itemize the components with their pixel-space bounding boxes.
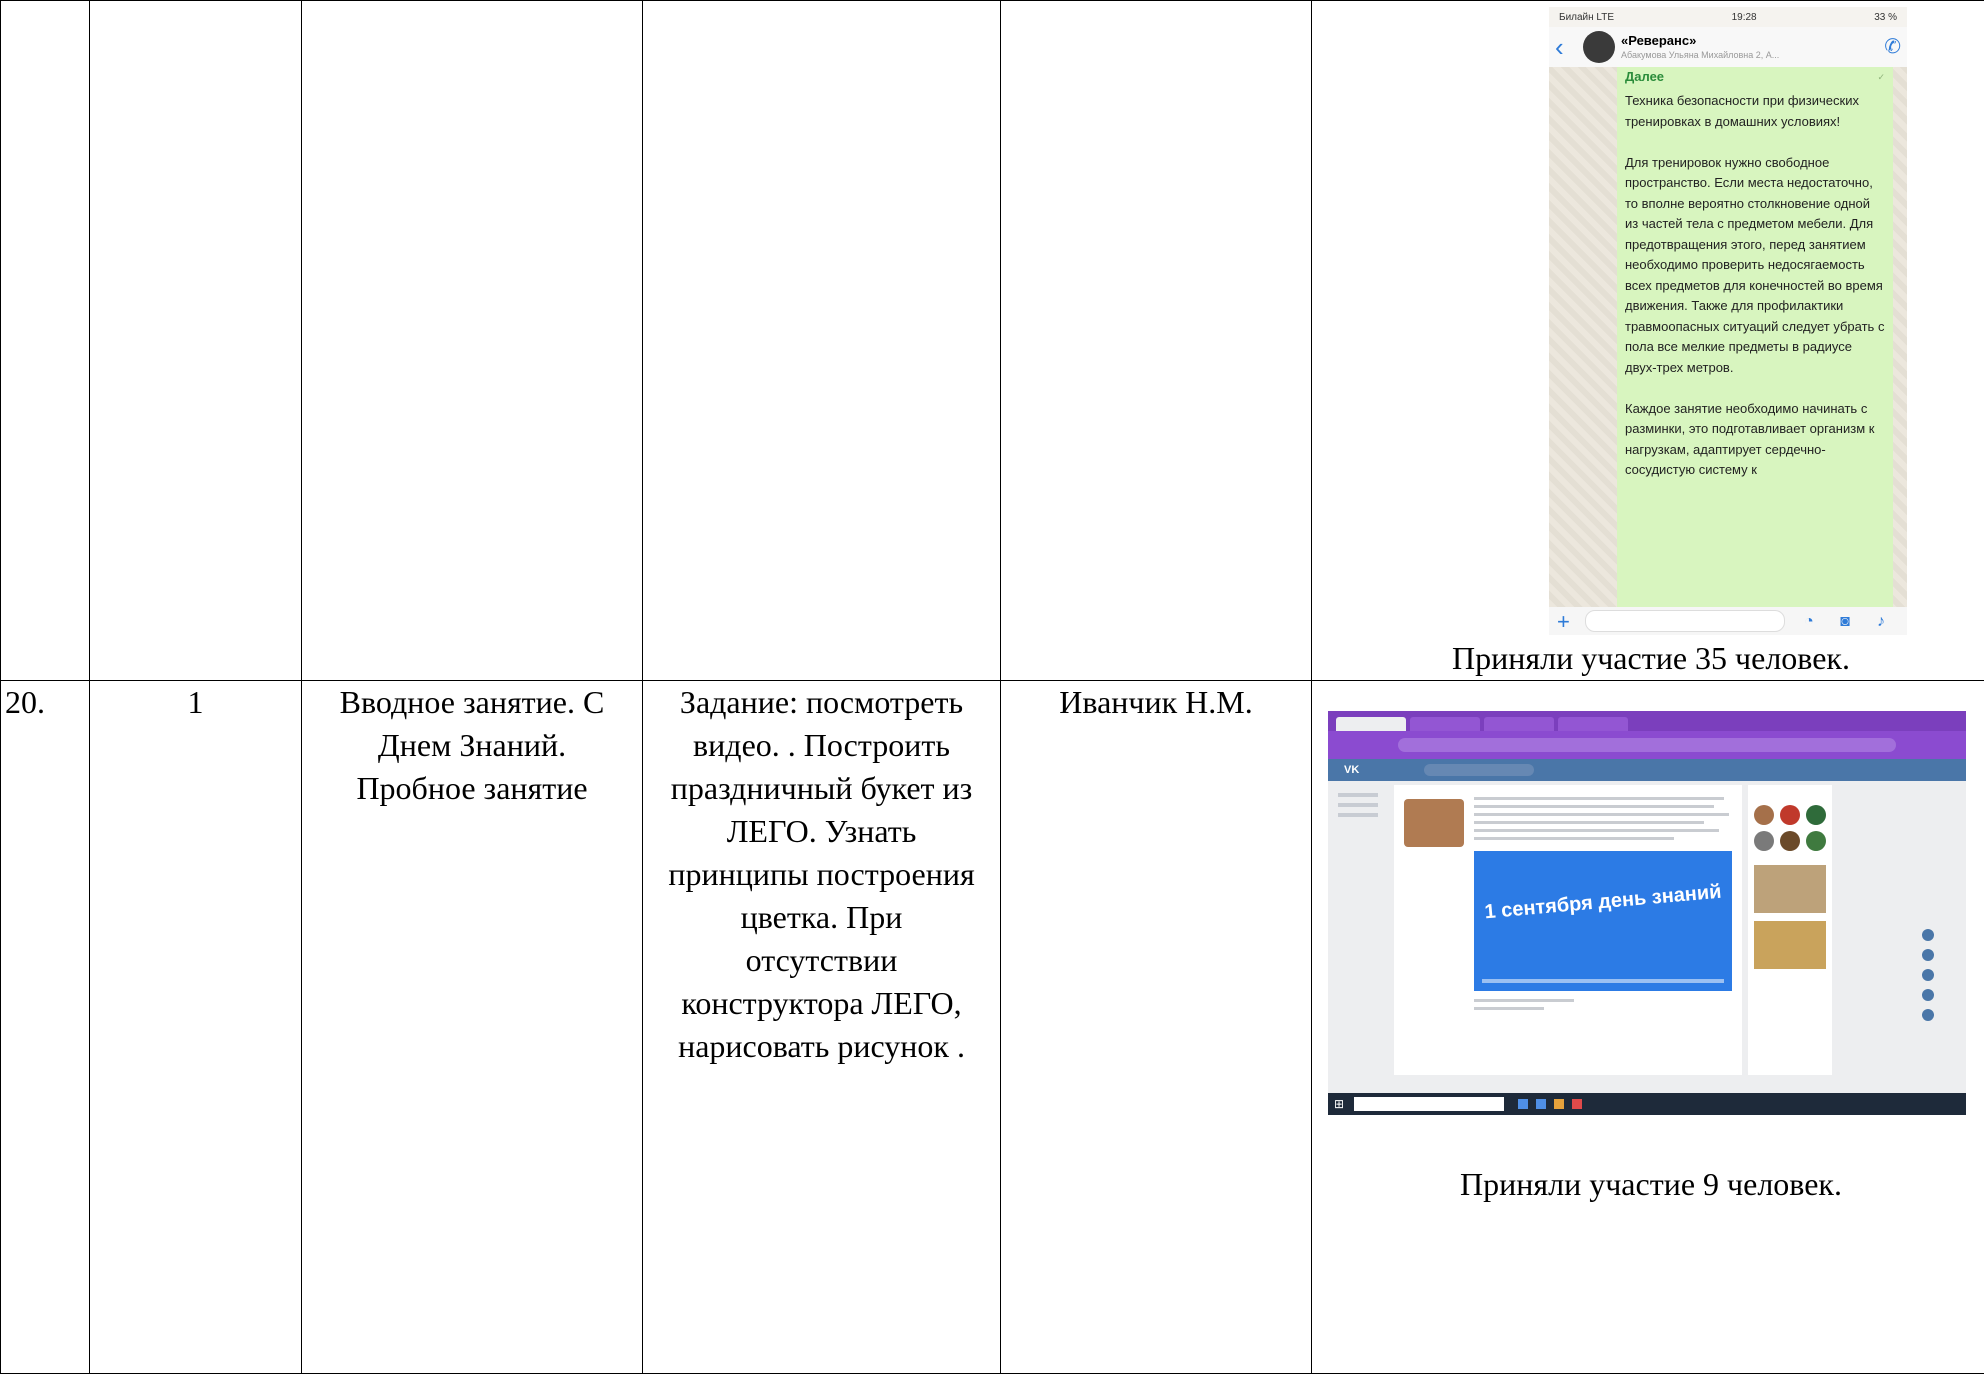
cell-quantity <box>90 1 302 681</box>
cell-evidence: Билайн LTE 19:28 33 % ‹ «Реверанс» Абаку… <box>1312 1 1984 681</box>
avatar <box>1754 831 1774 851</box>
add-call-icon: ✆ <box>1884 26 1901 69</box>
avatar <box>1780 805 1800 825</box>
wall-post: 1 сентября день знаний <box>1394 785 1742 1075</box>
side-icons <box>1918 921 1938 1071</box>
browser-tab <box>1558 717 1628 731</box>
cell-number: 20. <box>1 681 90 1374</box>
cell-quantity: 1 <box>90 681 302 1374</box>
cell-topic: Вводное занятие. С Днем Знаний. Пробное … <box>302 681 643 1374</box>
cell-task: Задание: посмотреть видео. . Построить п… <box>643 681 1001 1374</box>
message-text: Техника безопасности при физических трен… <box>1625 91 1885 481</box>
message-time-icon: ✓ <box>1877 69 1885 85</box>
chat-name: «Реверанс» <box>1621 33 1884 49</box>
cell-task <box>643 1 1001 681</box>
left-menu <box>1338 787 1388 1057</box>
right-sidebar <box>1748 785 1832 1075</box>
vk-page-body: 1 сентября день знаний <box>1328 781 1966 1083</box>
browser-tab <box>1410 717 1480 731</box>
url-field <box>1398 738 1896 752</box>
video-title: 1 сентября день знаний <box>1474 880 1733 924</box>
avatar <box>1806 805 1826 825</box>
video-player: 1 сентября день знаний <box>1474 851 1732 991</box>
windows-taskbar: ⊞ <box>1328 1093 1966 1115</box>
avatar <box>1806 831 1826 851</box>
taskbar-app-icon <box>1572 1099 1582 1109</box>
message-input <box>1585 610 1785 632</box>
avatar <box>1754 805 1774 825</box>
forwarded-label: Далее <box>1625 69 1664 85</box>
forwarded-header: Далее ✓ <box>1625 69 1885 85</box>
avatar <box>1583 31 1615 63</box>
lego-bed-thumbnail <box>1404 799 1464 847</box>
chat-area: Далее ✓ Техника безопасности при физичес… <box>1549 67 1907 607</box>
album-photo <box>1754 921 1826 969</box>
album-photo <box>1754 865 1826 913</box>
vk-search-field <box>1424 764 1534 776</box>
avatar <box>1780 831 1800 851</box>
taskbar-app-icon <box>1518 1099 1528 1109</box>
microphone-icon: ♪ <box>1863 600 1899 636</box>
browser-tab <box>1336 717 1406 731</box>
taskbar-search <box>1354 1097 1504 1111</box>
chat-input-bar: + ◔ ◙ ♪ <box>1549 607 1907 635</box>
vk-header: VK <box>1328 759 1966 781</box>
windows-start-icon: ⊞ <box>1334 1083 1354 1116</box>
cell-evidence: VK 1 се <box>1312 681 1984 1374</box>
participation-caption: Приняли участие 35 человек. <box>1312 637 1984 680</box>
cell-topic <box>302 1 643 681</box>
table-row: 20. 1 Вводное занятие. С Днем Знаний. Пр… <box>1 681 1984 1374</box>
video-progress-bar <box>1482 979 1724 983</box>
chat-title: «Реверанс» Абакумова Ульяна Михайловна 2… <box>1621 33 1884 61</box>
taskbar-app-icon <box>1554 1099 1564 1109</box>
participation-caption: Приняли участие 9 человек. <box>1312 1163 1984 1206</box>
browser-tab <box>1484 717 1554 731</box>
back-icon: ‹ <box>1555 34 1577 60</box>
desktop-browser-screenshot: VK 1 се <box>1328 711 1966 1115</box>
phone-chat-screenshot: Билайн LTE 19:28 33 % ‹ «Реверанс» Абаку… <box>1549 7 1907 635</box>
taskbar-app-icon <box>1536 1099 1546 1109</box>
chat-members: Абакумова Ульяна Михайловна 2, А... <box>1621 49 1884 61</box>
cell-teacher <box>1001 1 1312 681</box>
cell-number <box>1 1 90 681</box>
chat-header: ‹ «Реверанс» Абакумова Ульяна Михайловна… <box>1549 27 1907 67</box>
message-bubble: Далее ✓ Техника безопасности при физичес… <box>1617 67 1893 607</box>
phone-status-bar: Билайн LTE 19:28 33 % <box>1549 7 1907 27</box>
table-row: Билайн LTE 19:28 33 % ‹ «Реверанс» Абаку… <box>1 1 1984 681</box>
sticker-icon: ◔ <box>1791 600 1827 636</box>
browser-tabs <box>1328 711 1966 731</box>
activity-table: Билайн LTE 19:28 33 % ‹ «Реверанс» Абаку… <box>0 0 1984 1374</box>
camera-icon: ◙ <box>1827 600 1863 636</box>
plus-icon: + <box>1557 600 1585 636</box>
cell-teacher: Иванчик Н.М. <box>1001 681 1312 1374</box>
